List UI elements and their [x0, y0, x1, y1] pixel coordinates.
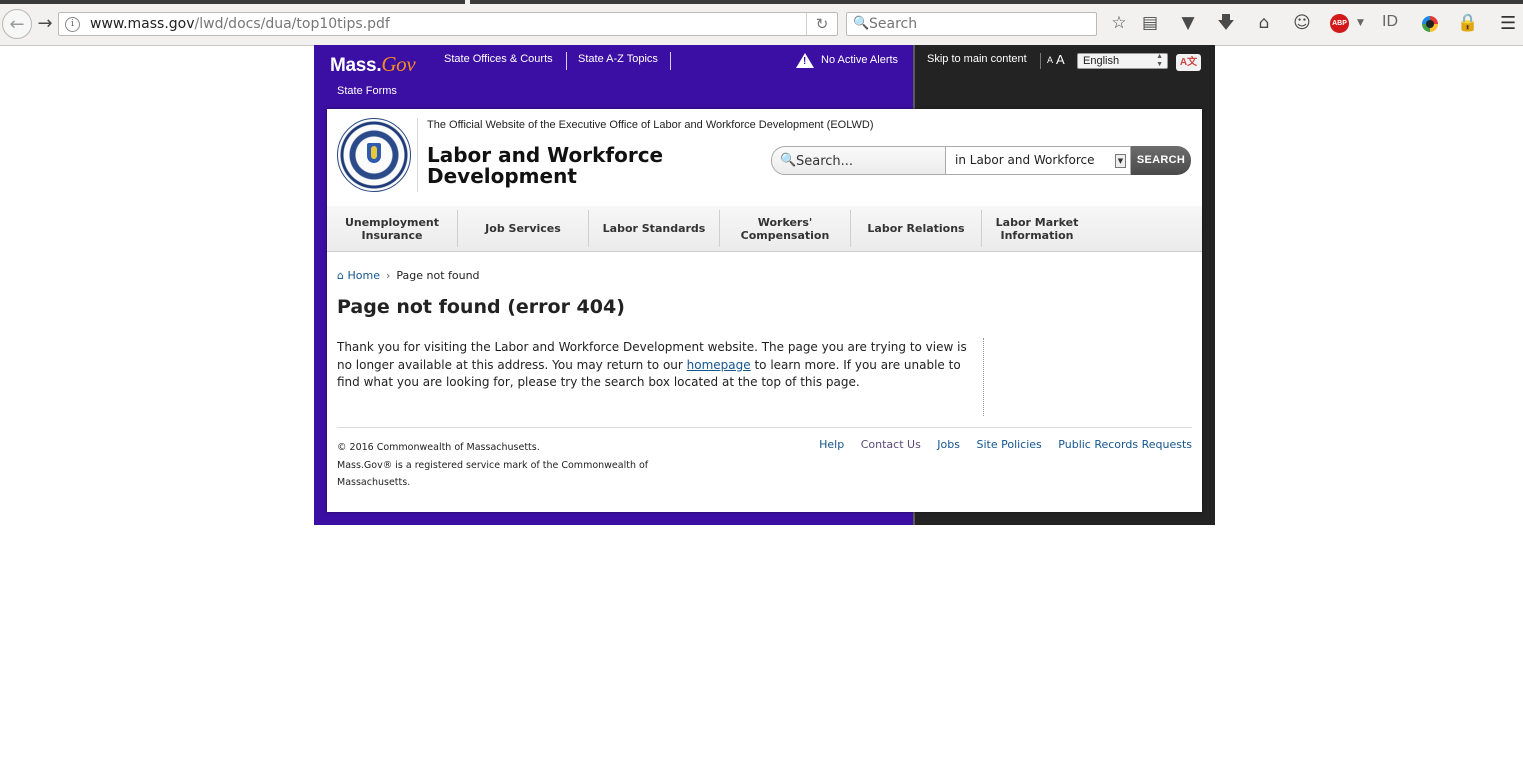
back-button[interactable]: ← [2, 9, 32, 39]
nav-item-unemployment-insurance[interactable]: Unemployment Insurance [327, 210, 458, 247]
bookmark-star-icon[interactable]: ☆ [1107, 12, 1131, 34]
browser-toolbar: ← → i www.mass.gov/lwd/docs/dua/top10tip… [0, 0, 1523, 46]
homepage-link[interactable]: homepage [687, 358, 751, 372]
chevron-down-icon[interactable]: ▼ [1357, 18, 1364, 28]
info-icon[interactable]: i [65, 17, 80, 32]
top-link-divider [670, 52, 671, 70]
top-link-state-offices[interactable]: State Offices & Courts [444, 53, 553, 65]
breadcrumb-home-label: Home [347, 269, 380, 282]
breadcrumb-home-link[interactable]: ⌂ Home [337, 269, 380, 282]
breadcrumb: ⌂ Home › Page not found [337, 269, 480, 282]
footer-links: Help Contact Us Jobs Site Policies Publi… [806, 438, 1192, 451]
footer-link-site-policies[interactable]: Site Policies [976, 438, 1041, 451]
url-host: www.mass.gov [90, 16, 195, 32]
nav-item-job-services[interactable]: Job Services [458, 210, 589, 247]
footer-link-jobs[interactable]: Jobs [937, 438, 960, 451]
warning-icon: ! [796, 53, 814, 68]
color-ring-icon[interactable] [1422, 16, 1438, 32]
reload-icon: ↻ [815, 15, 829, 33]
reading-list-icon[interactable]: ▤ [1138, 12, 1162, 34]
tab-active[interactable] [0, 0, 465, 4]
smiley-icon[interactable]: ☺ [1290, 12, 1314, 34]
pocket-icon[interactable]: ▼ [1176, 12, 1200, 34]
alerts-link[interactable]: No Active Alerts [821, 54, 898, 66]
site-frame: Mass.Gov State Offices & Courts State A-… [314, 45, 1215, 525]
site-header: The Official Website of the Executive Of… [327, 109, 1202, 207]
search-icon: 🔍 [780, 153, 797, 168]
chevron-updown-icon: ▲ ▼ [1156, 53, 1163, 68]
search-icon: 🔍 [853, 16, 870, 31]
nav-item-labor-relations[interactable]: Labor Relations [851, 210, 982, 247]
forward-button[interactable]: → [32, 10, 58, 36]
nav-item-label: Labor Market Information [995, 215, 1079, 242]
search-scope-value: in Labor and Workforce [955, 153, 1095, 167]
error-message: Thank you for visiting the Labor and Wor… [337, 339, 977, 392]
official-website-text: The Official Website of the Executive Of… [427, 119, 874, 131]
nav-item-label: Labor Relations [867, 222, 965, 235]
search-button[interactable]: SEARCH [1131, 146, 1191, 175]
download-icon[interactable]: 🡇 [1214, 12, 1238, 34]
copyright-text: © 2016 Commonwealth of Massachusetts. [337, 442, 540, 453]
lock-extension-icon[interactable]: 🔒 [1456, 12, 1480, 34]
main-nav: Unemployment Insurance Job Services Labo… [327, 206, 1202, 252]
seal-figure [371, 146, 377, 159]
nav-item-workers-compensation[interactable]: Workers' Compensation [720, 210, 851, 247]
footer-legal: © 2016 Commonwealth of Massachusetts. Ma… [337, 439, 667, 492]
site-search: 🔍 in Labor and Workforce ▼ SEARCH [771, 146, 1191, 175]
site-title[interactable]: Labor and Workforce Development [427, 145, 677, 187]
nav-item-labor-market-information[interactable]: Labor Market Information [982, 210, 1092, 247]
nav-item-label: Unemployment Insurance [344, 215, 440, 242]
id-button[interactable]: ID [1382, 13, 1398, 31]
top-link-az-topics[interactable]: State A-Z Topics [578, 53, 658, 65]
adblock-icon[interactable]: ABP [1330, 14, 1349, 33]
tab-strip [0, 0, 1523, 4]
browser-search-bar[interactable]: 🔍 [846, 12, 1097, 36]
footer-divider [337, 427, 1192, 428]
reload-button[interactable]: ↻ [806, 13, 837, 35]
nav-item-labor-standards[interactable]: Labor Standards [589, 210, 720, 247]
footer-link-contact-us[interactable]: Contact Us [861, 438, 921, 451]
massachusetts-seal-logo[interactable] [337, 118, 411, 192]
nav-item-label: Labor Standards [602, 222, 706, 235]
skip-to-content-link[interactable]: Skip to main content [927, 53, 1027, 65]
nav-item-label: Job Services [485, 222, 561, 235]
trademark-text: Mass.Gov® is a registered service mark o… [337, 459, 649, 489]
nav-item-label: Workers' Compensation [740, 215, 830, 242]
massgov-logo[interactable]: Mass.Gov [330, 52, 416, 77]
home-icon[interactable]: ⌂ [1252, 12, 1276, 34]
header-divider [417, 118, 418, 192]
search-input[interactable] [796, 153, 941, 169]
chevron-right-icon: › [385, 269, 391, 282]
footer-link-help[interactable]: Help [819, 438, 844, 451]
sidebar-divider [983, 338, 984, 416]
font-size-small-button[interactable]: A [1047, 55, 1053, 65]
content-panel: The Official Website of the Executive Of… [327, 109, 1202, 512]
font-size-large-button[interactable]: A [1056, 52, 1065, 67]
address-bar[interactable]: i www.mass.gov/lwd/docs/dua/top10tips.pd… [58, 12, 838, 36]
search-scope-select[interactable]: in Labor and Workforce ▼ [945, 146, 1131, 175]
top-link-divider [566, 52, 567, 70]
home-icon: ⌂ [337, 269, 344, 282]
search-field[interactable]: 🔍 [771, 146, 947, 175]
logo-mass: Mass. [330, 55, 382, 76]
breadcrumb-current: Page not found [396, 269, 480, 282]
top-link-state-forms[interactable]: State Forms [337, 85, 397, 97]
translate-icon[interactable]: A文 [1176, 54, 1201, 71]
language-value: English [1083, 55, 1120, 67]
language-select[interactable]: English ▲ ▼ [1077, 53, 1168, 69]
footer-link-public-records[interactable]: Public Records Requests [1058, 438, 1192, 451]
page-title: Page not found (error 404) [337, 296, 625, 318]
hamburger-menu-icon[interactable]: ☰ [1500, 13, 1516, 34]
tab-inactive[interactable] [470, 0, 1523, 4]
arrow-right-icon: → [37, 12, 53, 34]
font-size-divider [1040, 53, 1041, 69]
url-path: /lwd/docs/dua/top10tips.pdf [194, 16, 390, 32]
logo-gov: Gov [381, 52, 416, 76]
browser-search-input[interactable] [869, 15, 1089, 33]
chevron-down-icon: ▼ [1115, 154, 1126, 168]
arrow-left-icon: ← [9, 13, 25, 35]
url-text[interactable]: www.mass.gov/lwd/docs/dua/top10tips.pdf [90, 16, 390, 32]
